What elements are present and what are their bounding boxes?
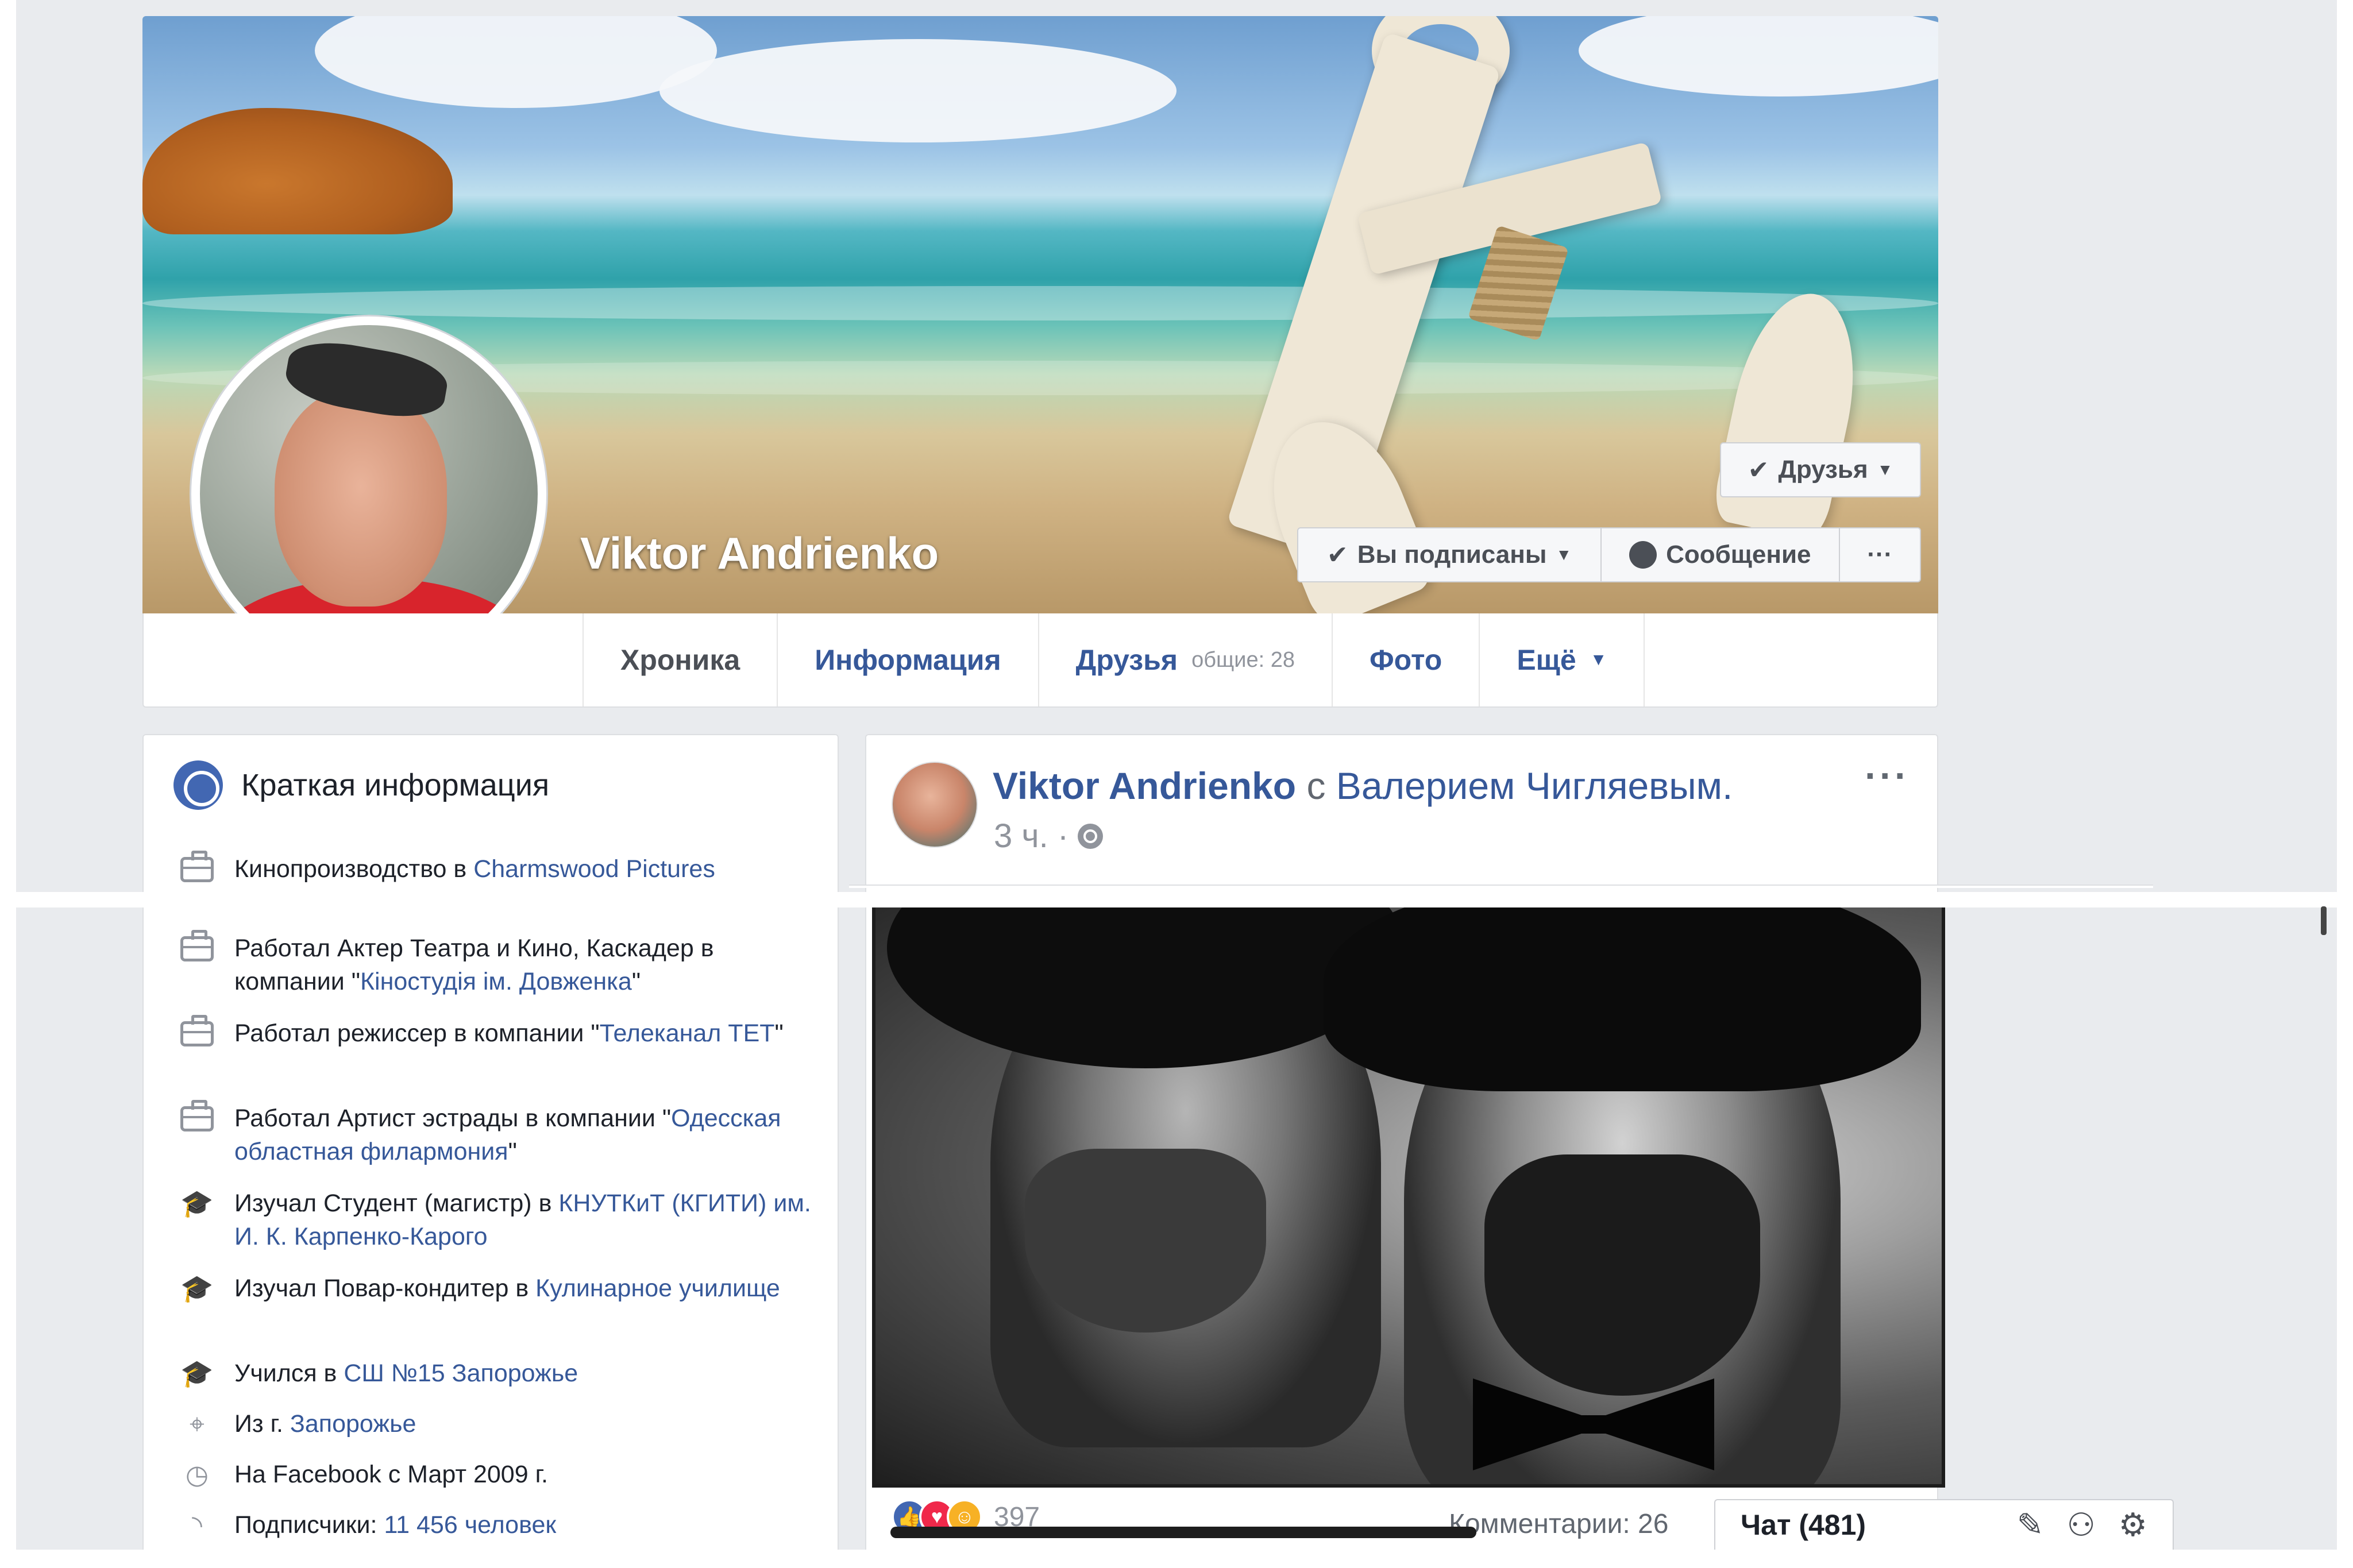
tab-about[interactable]: Информация bbox=[777, 613, 1037, 706]
info-row: 🎓 Учился в СШ №15 Запорожье bbox=[180, 1357, 812, 1390]
briefcase-icon bbox=[180, 930, 214, 961]
more-options-button[interactable]: ··· bbox=[1840, 528, 1920, 581]
info-link[interactable]: Кулинарное училище bbox=[535, 1275, 780, 1302]
tab-more[interactable]: Ещё ▼ bbox=[1479, 613, 1645, 706]
gear-icon[interactable]: ⚙ bbox=[2119, 1506, 2147, 1544]
info-row: Работал режиссер в компании "Телеканал Т… bbox=[180, 1015, 812, 1050]
tab-friends[interactable]: Друзья общие: 28 bbox=[1037, 613, 1332, 706]
compose-icon[interactable]: ✎ bbox=[2017, 1506, 2044, 1544]
info-row: Работал Артист эстрады в компании "Одесс… bbox=[180, 1100, 812, 1168]
intro-card: Краткая информация Кинопроизводство в Ch… bbox=[142, 734, 839, 892]
graduation-cap-icon: 🎓 bbox=[180, 1188, 214, 1218]
rss-icon: ◝ bbox=[192, 1510, 202, 1540]
post-card: 👍 ♥ ☺ 397 Комментарии: 26 bbox=[865, 907, 1945, 1550]
check-icon: ✔ bbox=[1326, 540, 1348, 569]
video-scrubber-line bbox=[890, 1527, 1476, 1538]
briefcase-icon bbox=[180, 851, 214, 882]
profile-content-screenshot: Работал Актер Театра и Кино, Каскадер в … bbox=[16, 907, 2337, 1550]
graduation-cap-icon: 🎓 bbox=[180, 1358, 214, 1388]
graduation-cap-icon: 🎓 bbox=[180, 1273, 214, 1303]
tab-timeline[interactable]: Хроника bbox=[583, 613, 777, 706]
profile-picture[interactable] bbox=[200, 325, 538, 663]
info-row: Работал Актер Театра и Кино, Каскадер в … bbox=[180, 930, 812, 998]
profile-header-screenshot: Viktor Andrienko ✔ Друзья ▼ ✔ Вы подписа… bbox=[16, 0, 2337, 892]
info-row: ◷ На Facebook с Март 2009 г. bbox=[180, 1458, 812, 1491]
info-row: ⌖ Из г. Запорожье bbox=[180, 1407, 812, 1440]
scrollbar-indicator[interactable] bbox=[2321, 906, 2327, 935]
friends-button[interactable]: ✔ Друзья ▼ bbox=[1720, 442, 1921, 497]
tagged-person[interactable]: Валерием Чигляевым. bbox=[1336, 764, 1733, 807]
info-row: 🎓 Изучал Повар-кондитер в Кулинарное учи… bbox=[180, 1272, 812, 1305]
info-link[interactable]: Телеканал ТЕТ bbox=[600, 1019, 775, 1047]
post-options-button[interactable]: ··· bbox=[1865, 754, 1910, 797]
messenger-icon bbox=[1629, 541, 1657, 569]
post-author[interactable]: Viktor Andrienko bbox=[993, 764, 1296, 807]
info-link[interactable]: Charmswood Pictures bbox=[473, 855, 715, 883]
chat-bar[interactable]: Чат (481) ✎ ⚇ ⚙ bbox=[1714, 1499, 2174, 1550]
message-button[interactable]: Сообщение bbox=[1602, 528, 1840, 581]
intro-title: Краткая информация bbox=[241, 768, 550, 802]
briefcase-icon bbox=[180, 1100, 214, 1131]
post-photo[interactable] bbox=[872, 907, 1945, 1488]
info-row: 🎓 Изучал Студент (магистр) в КНУТКиТ (КГ… bbox=[180, 1187, 812, 1253]
caret-down-icon: ▼ bbox=[1590, 650, 1607, 669]
globe-icon bbox=[173, 760, 223, 810]
tab-photos[interactable]: Фото bbox=[1331, 613, 1479, 706]
info-row: Кинопроизводство в Charmswood Pictures bbox=[180, 851, 812, 886]
info-link[interactable]: СШ №15 Запорожье bbox=[344, 1360, 578, 1387]
location-pin-icon: ⌖ bbox=[190, 1409, 205, 1439]
post-card: Viktor Andrienko с Валерием Чигляевым. 3… bbox=[865, 734, 1938, 892]
info-link[interactable]: Кіностудія ім. Довженка bbox=[360, 968, 632, 995]
group-chat-icon[interactable]: ⚇ bbox=[2067, 1506, 2096, 1544]
subscribed-button[interactable]: ✔ Вы подписаны ▼ bbox=[1298, 528, 1602, 581]
post-header: Viktor Andrienko с Валерием Чигляевым. bbox=[993, 764, 1733, 807]
caret-down-icon: ▼ bbox=[1877, 461, 1893, 478]
comments-count[interactable]: Комментарии: 26 bbox=[1449, 1508, 1668, 1540]
info-link[interactable]: Запорожье bbox=[290, 1410, 416, 1438]
caret-down-icon: ▼ bbox=[1556, 546, 1572, 563]
briefcase-icon bbox=[180, 1015, 214, 1046]
profile-name[interactable]: Viktor Andrienko bbox=[580, 527, 939, 580]
post-author-avatar[interactable] bbox=[892, 762, 978, 848]
info-row: ◝ Подписчики: 11 456 человек bbox=[180, 1508, 812, 1542]
clock-icon: ◷ bbox=[185, 1459, 209, 1489]
profile-tabs: Хроника Информация Друзья общие: 28 Фото … bbox=[142, 613, 1938, 708]
info-link[interactable]: 11 456 человек bbox=[384, 1511, 556, 1539]
intro-card: Работал Актер Театра и Кино, Каскадер в … bbox=[142, 907, 839, 1550]
post-timestamp[interactable]: 3 ч. · bbox=[994, 817, 1104, 855]
chat-label: Чат (481) bbox=[1741, 1509, 1866, 1541]
check-icon: ✔ bbox=[1748, 455, 1769, 484]
globe-icon bbox=[1078, 823, 1104, 849]
profile-actions: ✔ Вы подписаны ▼ Сообщение ··· bbox=[1297, 527, 1921, 582]
